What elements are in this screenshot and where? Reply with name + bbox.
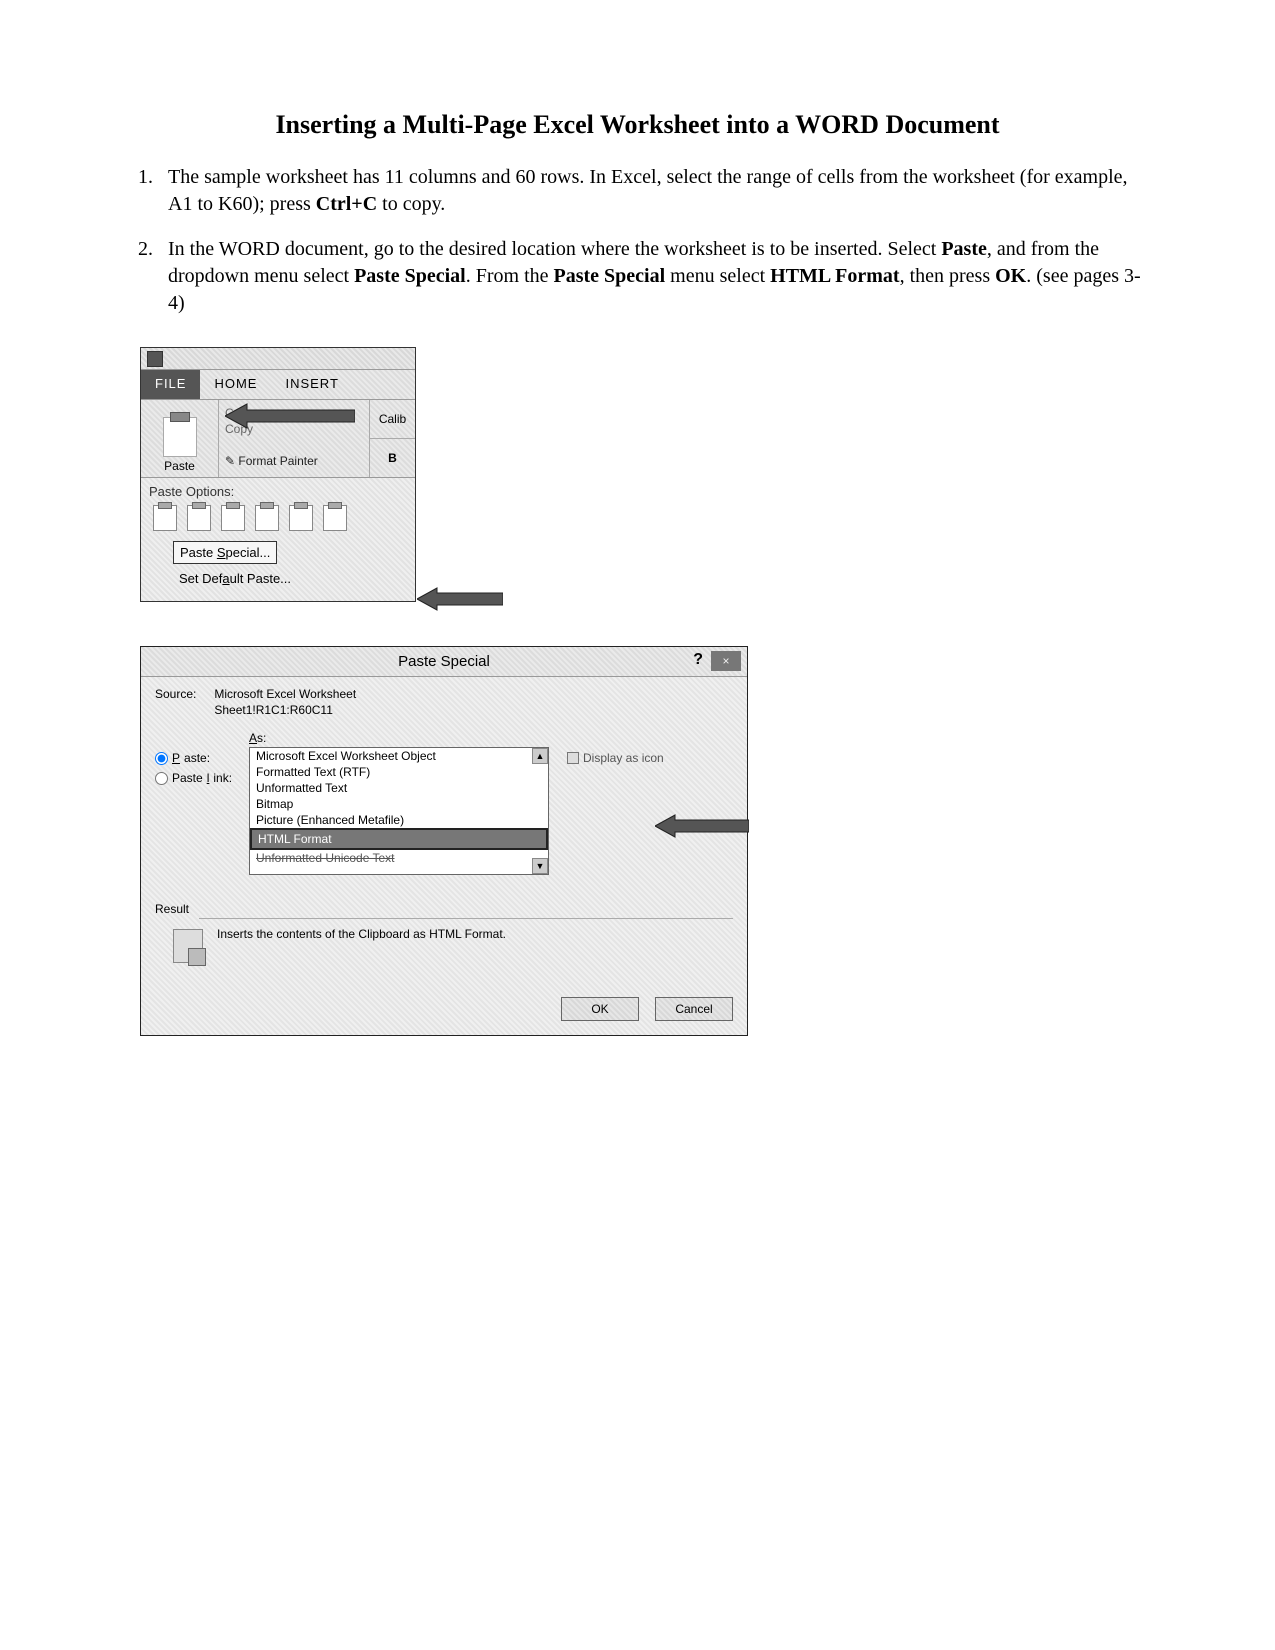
step-1-tail: to copy. bbox=[377, 193, 445, 215]
paste-options-label: Paste Options: bbox=[149, 484, 407, 499]
list-item[interactable]: Unformatted Text bbox=[250, 780, 548, 796]
step-1-key: Ctrl+C bbox=[316, 193, 377, 215]
paste-dropdown: Paste Options: Paste Special... Set Defa… bbox=[141, 478, 415, 601]
bold-button[interactable]: B bbox=[370, 439, 415, 477]
source-row-2: Sheet1!R1C1:R60C11 bbox=[155, 703, 733, 717]
ok-button[interactable]: OK bbox=[561, 997, 639, 1021]
paste-option-icon[interactable] bbox=[187, 505, 211, 531]
step-2-j: OK bbox=[995, 265, 1026, 287]
word-app-icon bbox=[147, 351, 163, 367]
ribbon-clipboard-group: Paste Cut Copy ✎ Format Painter Calib B bbox=[141, 400, 415, 478]
step-2-f: Paste Special bbox=[554, 265, 666, 287]
arrow-icon bbox=[225, 402, 355, 430]
paste-option-icon[interactable] bbox=[153, 505, 177, 531]
paste-mode-radios: Paste: Paste link: bbox=[155, 747, 241, 791]
format-painter-label: Format Painter bbox=[238, 454, 317, 468]
paste-label: Paste bbox=[164, 459, 195, 473]
paste-button[interactable]: Paste bbox=[141, 400, 219, 477]
list-item[interactable]: Unformatted Unicode Text bbox=[250, 850, 548, 866]
paste-special-menuitem[interactable]: Paste Special... bbox=[173, 541, 277, 564]
paste-option-icon[interactable] bbox=[323, 505, 347, 531]
paste-special-dialog: Paste Special ? × Source: Microsoft Exce… bbox=[140, 646, 748, 1036]
close-button[interactable]: × bbox=[711, 651, 741, 671]
radio-paste-link[interactable]: Paste link: bbox=[155, 771, 241, 785]
display-as-icon-checkbox[interactable]: Display as icon bbox=[567, 747, 664, 765]
arrow-icon bbox=[417, 586, 503, 612]
source-row: Source: Microsoft Excel Worksheet bbox=[155, 687, 733, 701]
scroll-up-button[interactable]: ▲ bbox=[532, 748, 548, 764]
paste-option-icon[interactable] bbox=[289, 505, 313, 531]
paste-option-icons bbox=[153, 505, 403, 531]
step-list: The sample worksheet has 11 columns and … bbox=[130, 164, 1145, 317]
display-as-icon-label: Display as icon bbox=[583, 751, 664, 765]
step-2: In the WORD document, go to the desired … bbox=[158, 236, 1145, 317]
arrow-icon bbox=[655, 813, 749, 839]
clipboard-commands: Cut Copy ✎ Format Painter bbox=[219, 400, 369, 477]
paste-option-icon[interactable] bbox=[255, 505, 279, 531]
source-label: Source: bbox=[155, 687, 211, 701]
list-item[interactable]: Formatted Text (RTF) bbox=[250, 764, 548, 780]
format-painter-button[interactable]: ✎ Format Painter bbox=[225, 454, 363, 468]
tab-file[interactable]: FILE bbox=[141, 370, 200, 399]
ribbon-tabs: FILE HOME INSERT bbox=[141, 370, 415, 400]
step-2-g: menu select bbox=[665, 265, 770, 287]
dialog-titlebar: Paste Special ? × bbox=[141, 647, 747, 677]
quick-access-toolbar bbox=[141, 348, 415, 370]
step-1-text: The sample worksheet has 11 columns and … bbox=[168, 166, 1128, 215]
dialog-buttons: OK Cancel bbox=[155, 997, 733, 1021]
cancel-button[interactable]: Cancel bbox=[655, 997, 733, 1021]
source-value: Microsoft Excel Worksheet bbox=[214, 687, 356, 701]
checkbox-icon bbox=[567, 752, 579, 764]
tab-insert[interactable]: INSERT bbox=[271, 370, 352, 399]
list-item[interactable]: Microsoft Excel Worksheet Object bbox=[250, 748, 548, 764]
tab-home[interactable]: HOME bbox=[200, 370, 271, 399]
scroll-down-button[interactable]: ▼ bbox=[532, 858, 548, 874]
radio-paste-link-input[interactable] bbox=[155, 772, 168, 785]
word-ribbon-figure: FILE HOME INSERT Paste Cut Copy ✎ Format… bbox=[140, 347, 416, 602]
list-item[interactable]: Picture (Enhanced Metafile) bbox=[250, 812, 548, 828]
result-section: Result Inserts the contents of the Clipb… bbox=[155, 901, 733, 963]
step-2-h: HTML Format bbox=[770, 265, 899, 287]
help-button[interactable]: ? bbox=[693, 651, 703, 669]
list-item[interactable]: Bitmap bbox=[250, 796, 548, 812]
as-label: As: bbox=[249, 731, 733, 745]
step-1: The sample worksheet has 11 columns and … bbox=[158, 164, 1145, 218]
page-title: Inserting a Multi-Page Excel Worksheet i… bbox=[130, 110, 1145, 140]
font-group-fragment: Calib B bbox=[369, 400, 415, 477]
step-2-e: . From the bbox=[466, 265, 554, 287]
radio-paste-input[interactable] bbox=[155, 752, 168, 765]
result-text: Inserts the contents of the Clipboard as… bbox=[217, 927, 506, 941]
paste-icon bbox=[163, 417, 197, 457]
result-label: Result bbox=[155, 902, 189, 916]
list-item-selected[interactable]: HTML Format bbox=[250, 828, 548, 850]
format-listbox[interactable]: Microsoft Excel Worksheet Object Formatt… bbox=[249, 747, 549, 875]
clipboard-icon bbox=[173, 929, 203, 963]
source-range: Sheet1!R1C1:R60C11 bbox=[214, 703, 333, 717]
radio-paste[interactable]: Paste: bbox=[155, 751, 241, 765]
step-2-d: Paste Special bbox=[354, 265, 466, 287]
dialog-body: Source: Microsoft Excel Worksheet Sheet1… bbox=[141, 677, 747, 1035]
step-2-i: , then press bbox=[900, 265, 996, 287]
font-name-box[interactable]: Calib bbox=[370, 400, 415, 439]
paste-option-icon[interactable] bbox=[221, 505, 245, 531]
step-2-a: In the WORD document, go to the desired … bbox=[168, 238, 941, 260]
dialog-title: Paste Special bbox=[398, 653, 490, 670]
set-default-paste-menuitem[interactable]: Set Default Paste... bbox=[173, 568, 383, 589]
step-2-b: Paste bbox=[941, 238, 987, 260]
